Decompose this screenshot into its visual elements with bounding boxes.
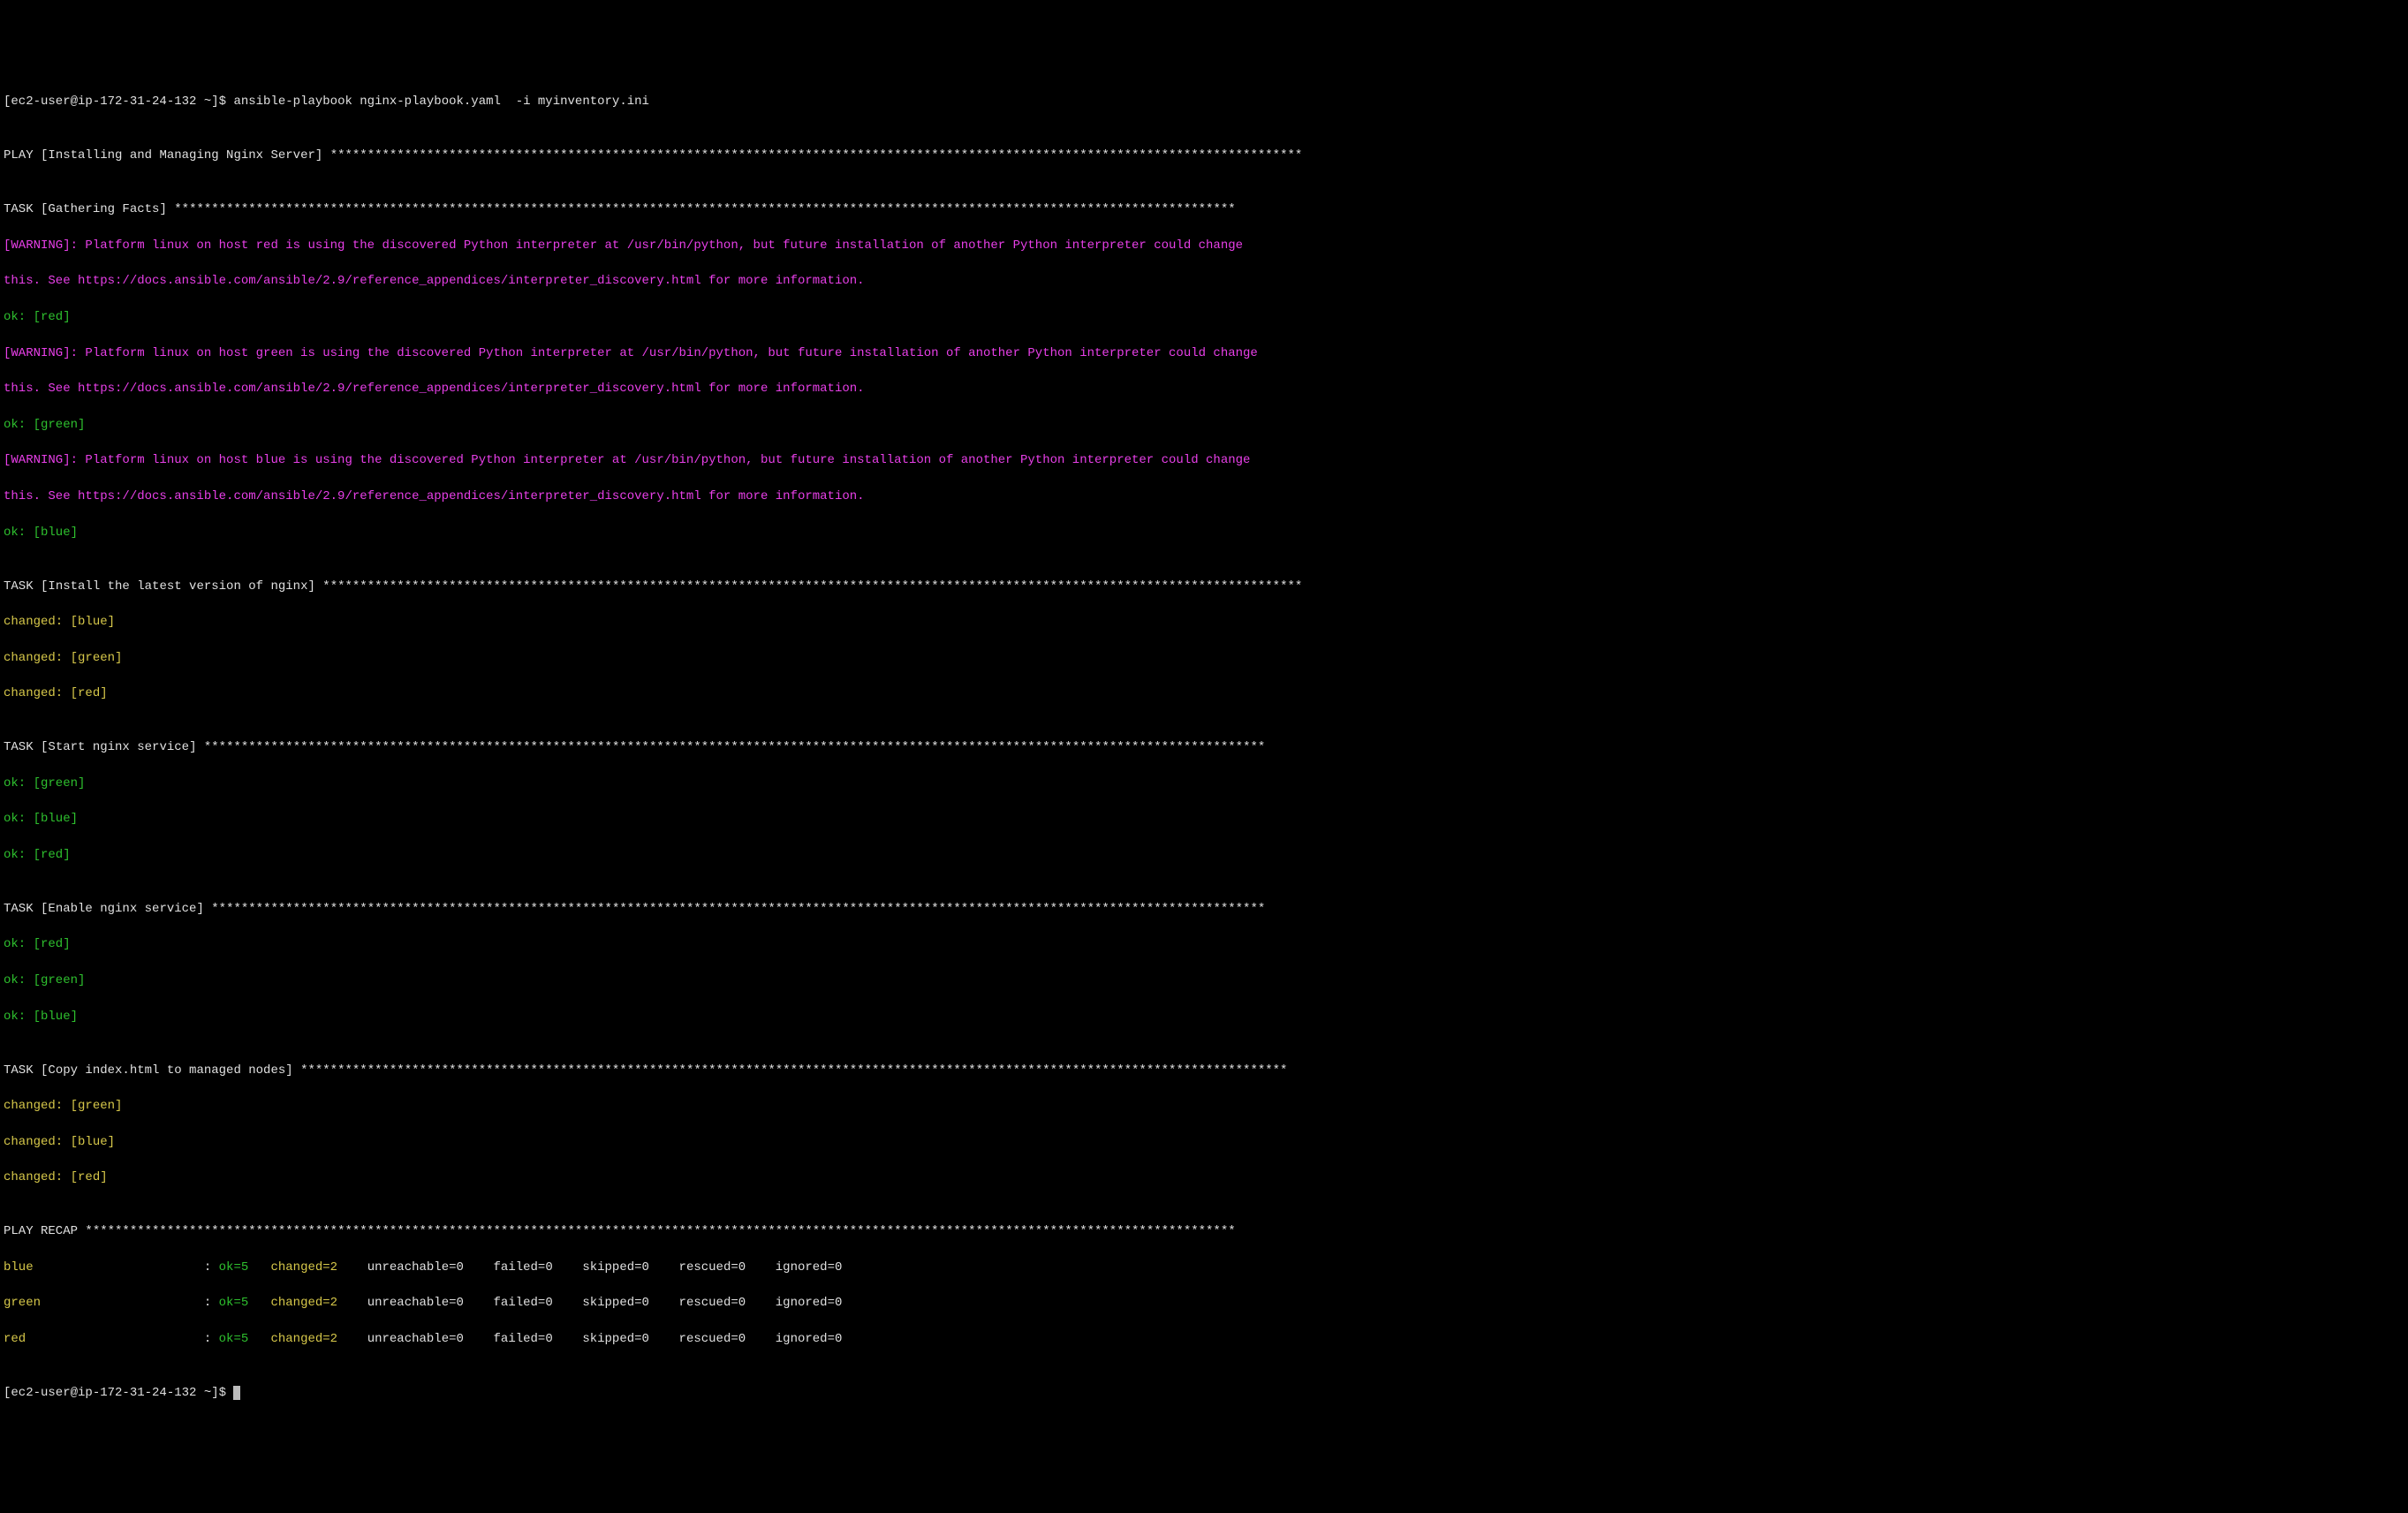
recap-row: blue : ok=5 changed=2 unreachable=0 fail…	[4, 1259, 2404, 1276]
changed-status: changed: [green]	[4, 649, 2404, 667]
warning-line: [WARNING]: Platform linux on host blue i…	[4, 451, 2404, 469]
play-header: PLAY [Installing and Managing Nginx Serv…	[4, 148, 1302, 163]
changed-status: changed: [red]	[4, 1169, 2404, 1186]
ok-status: ok: [blue]	[4, 810, 2404, 828]
ok-status: ok: [red]	[4, 935, 2404, 953]
warning-line: [WARNING]: Platform linux on host red is…	[4, 237, 2404, 254]
task-header-copy: TASK [Copy index.html to managed nodes] …	[4, 1063, 1287, 1078]
changed-status: changed: [green]	[4, 1097, 2404, 1115]
ok-status: ok: [green]	[4, 775, 2404, 792]
ok-status: ok: [red]	[4, 308, 2404, 326]
ok-status: ok: [red]	[4, 846, 2404, 864]
terminal-output: [ec2-user@ip-172-31-24-132 ~]$ ansible-p…	[4, 75, 2404, 1419]
task-header-gathering: TASK [Gathering Facts] *****************…	[4, 202, 1236, 216]
ok-status: ok: [green]	[4, 972, 2404, 989]
ok-status: ok: [green]	[4, 416, 2404, 434]
recap-row: red : ok=5 changed=2 unreachable=0 faile…	[4, 1330, 2404, 1348]
warning-line: [WARNING]: Platform linux on host green …	[4, 344, 2404, 362]
command-text: ansible-playbook nginx-playbook.yaml -i …	[233, 95, 648, 109]
play-recap-header: PLAY RECAP *****************************…	[4, 1224, 1236, 1238]
recap-row: green : ok=5 changed=2 unreachable=0 fai…	[4, 1294, 2404, 1312]
task-header-install: TASK [Install the latest version of ngin…	[4, 579, 1302, 594]
ok-status: ok: [blue]	[4, 524, 2404, 541]
ok-status: ok: [blue]	[4, 1008, 2404, 1025]
warning-line: this. See https://docs.ansible.com/ansib…	[4, 380, 2404, 397]
changed-status: changed: [red]	[4, 685, 2404, 702]
shell-prompt[interactable]: [ec2-user@ip-172-31-24-132 ~]$	[4, 1386, 233, 1400]
cursor-icon	[233, 1386, 240, 1400]
task-header-enable: TASK [Enable nginx service] ************…	[4, 902, 1265, 916]
changed-status: changed: [blue]	[4, 1133, 2404, 1151]
warning-line: this. See https://docs.ansible.com/ansib…	[4, 272, 2404, 290]
shell-prompt: [ec2-user@ip-172-31-24-132 ~]$	[4, 95, 233, 109]
changed-status: changed: [blue]	[4, 613, 2404, 631]
warning-line: this. See https://docs.ansible.com/ansib…	[4, 488, 2404, 505]
task-header-start: TASK [Start nginx service] *************…	[4, 740, 1265, 754]
